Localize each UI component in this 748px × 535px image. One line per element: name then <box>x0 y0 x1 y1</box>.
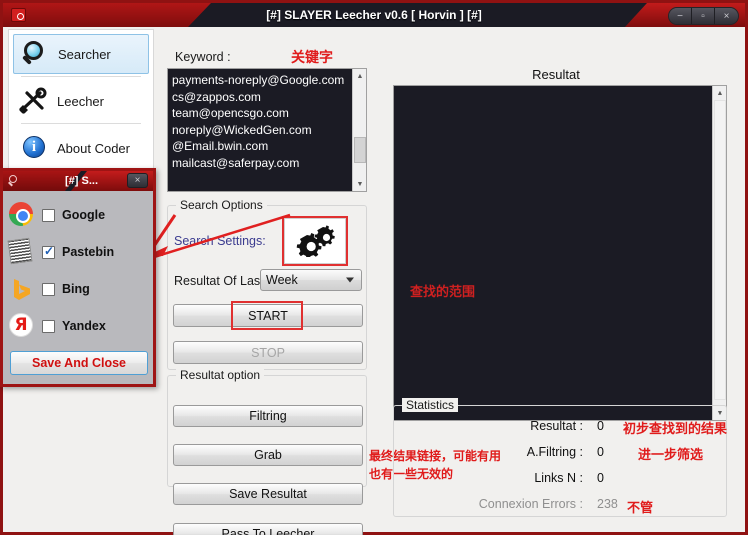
keyword-annotation-cn: 关键字 <box>291 50 333 66</box>
title-bar: [#] SLAYER Leecher v0.6 [ Horvin ] [#] −… <box>3 3 745 27</box>
pastebin-icon <box>7 237 35 265</box>
close-icon[interactable]: × <box>715 8 738 24</box>
engine-row-pastebin[interactable]: Pastebin <box>7 236 149 268</box>
keyword-line: cs@zappos.com <box>172 89 261 104</box>
filtring-button[interactable]: Filtring <box>173 405 363 427</box>
keyword-label: Keyword : <box>175 50 231 64</box>
stat-value-resultat: 0 <box>597 419 604 433</box>
engine-label: Pastebin <box>62 245 115 259</box>
stop-button[interactable]: STOP <box>173 341 363 364</box>
stat-value-afiltring: 0 <box>597 445 604 459</box>
resultat-scrollbar[interactable]: ▲ ▼ <box>712 86 726 420</box>
dialog-body: Google Pastebin Bing Yandex <box>3 191 153 384</box>
magnifier-icon <box>8 175 20 187</box>
engine-row-bing[interactable]: Bing <box>9 273 149 305</box>
stat-label-connexion-errors: Connexion Errors : <box>478 497 583 511</box>
scroll-down-icon[interactable]: ▼ <box>353 177 366 191</box>
stat-label-resultat: Resultat : <box>530 419 583 433</box>
dialog-title: [#] S... <box>65 175 99 187</box>
stat-label-afiltring: A.Filtring : <box>526 445 583 459</box>
application-window: [#] SLAYER Leecher v0.6 [ Horvin ] [#] −… <box>0 0 748 535</box>
nav-divider <box>21 76 141 77</box>
save-resultat-button[interactable]: Save Resultat <box>173 483 363 505</box>
info-icon <box>19 133 49 163</box>
engine-row-yandex[interactable]: Yandex <box>9 310 149 342</box>
yandex-icon <box>9 313 35 339</box>
keyword-line: @Email.bwin.com <box>172 139 269 153</box>
keyword-line: team@opencsgo.com <box>172 106 289 120</box>
search-settings-dialog: [#] S... × Google Pastebin <box>0 168 156 387</box>
resultat-option-group: Resultat option <box>167 368 367 487</box>
chrome-icon <box>9 202 35 228</box>
bing-icon <box>9 276 35 302</box>
sidebar-nav: Searcher Leecher i About Coder <box>8 29 154 174</box>
engine-row-google[interactable]: Google <box>9 199 149 231</box>
resultat-option-title: Resultat option <box>176 368 265 382</box>
resultat-output[interactable]: 查找的范围 ▲ ▼ <box>393 85 727 421</box>
stat-value-connexion-errors: 238 <box>597 497 618 511</box>
save-and-close-button[interactable]: Save And Close <box>10 351 148 375</box>
scroll-thumb[interactable] <box>714 100 726 400</box>
maximize-icon[interactable]: ▫ <box>692 8 715 24</box>
engine-label: Google <box>62 208 106 222</box>
pass-to-leecher-button[interactable]: Pass To Leecher <box>173 523 363 535</box>
keyword-scrollbar[interactable]: ▲ ▼ <box>352 69 366 191</box>
stats-annotation-cn-2: 进一步筛选 <box>638 448 704 463</box>
sidebar-item-label: Leecher <box>57 93 104 109</box>
stats-annotation-cn-1: 初步查找到的结果 <box>623 422 728 437</box>
keyword-lines: payments-noreply@Google.com cs@zappos.co… <box>168 69 366 174</box>
scroll-thumb[interactable] <box>354 137 366 163</box>
keyword-input[interactable]: payments-noreply@Google.com cs@zappos.co… <box>167 68 367 192</box>
keyword-line: noreply@WickedGen.com <box>172 122 312 137</box>
statistics-title: Statistics <box>402 398 459 412</box>
dialog-close-icon[interactable]: × <box>127 173 148 188</box>
scroll-up-icon[interactable]: ▲ <box>353 69 366 83</box>
magnifier-icon <box>20 39 50 69</box>
dialog-title-bar: [#] S... × <box>3 171 153 191</box>
resultat-annotation-cn: 查找的范围 <box>410 285 476 300</box>
sidebar-item-leecher[interactable]: Leecher <box>13 81 149 121</box>
stat-label-links: Links N : <box>534 471 583 485</box>
google-checkbox[interactable] <box>42 208 55 222</box>
engine-label: Bing <box>62 282 90 296</box>
sidebar-item-label: About Coder <box>57 140 130 156</box>
sidebar-item-about-coder[interactable]: About Coder <box>13 128 149 168</box>
window-title: [#] SLAYER Leecher v0.6 [ Horvin ] [#] <box>266 8 482 22</box>
nav-divider <box>21 123 141 124</box>
sidebar-item-searcher[interactable]: Searcher <box>13 34 149 74</box>
annotation-arrow-to-settings <box>137 213 291 264</box>
minimize-icon[interactable]: − <box>669 8 692 24</box>
keyword-line: mailcast@saferpay.com <box>172 155 300 170</box>
yandex-checkbox[interactable] <box>42 319 55 333</box>
bing-checkbox[interactable] <box>42 282 55 296</box>
stats-annotation-cn-3: 不管 <box>627 501 654 516</box>
resultat-title: Resultat <box>532 67 580 82</box>
pastebin-checkbox[interactable] <box>42 244 55 259</box>
window-controls: − ▫ × <box>668 7 739 25</box>
stat-value-links: 0 <box>597 471 604 485</box>
scroll-up-icon[interactable]: ▲ <box>713 86 726 100</box>
sidebar-item-label: Searcher <box>58 46 111 62</box>
engine-label: Yandex <box>62 319 106 333</box>
grab-button[interactable]: Grab <box>173 444 363 466</box>
tools-icon <box>19 86 49 116</box>
keyword-line: payments-noreply@Google.com <box>172 73 345 87</box>
